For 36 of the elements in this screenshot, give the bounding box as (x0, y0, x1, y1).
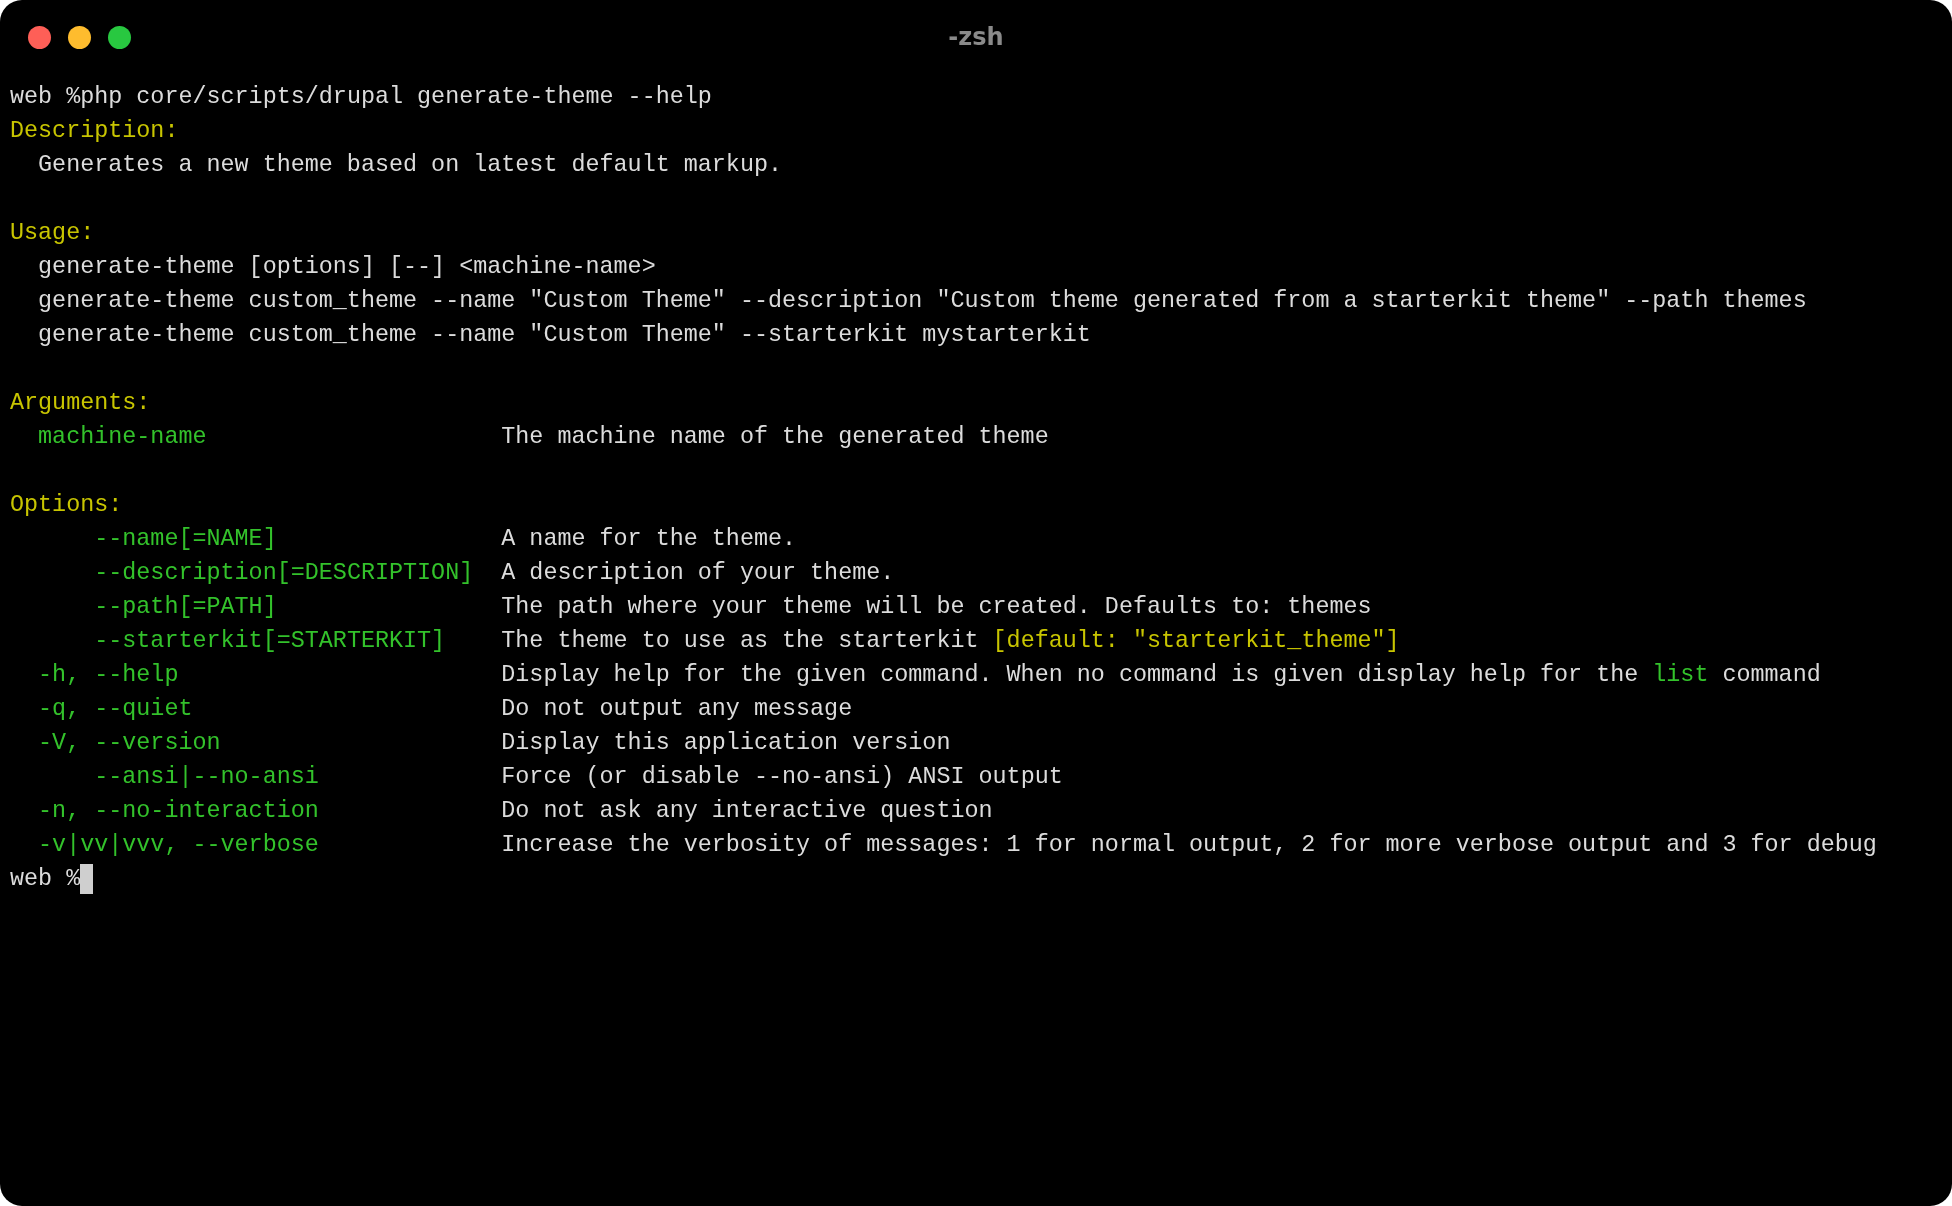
option-description: A name for the theme. (501, 525, 797, 554)
option-name: --description[=DESCRIPTION] (94, 559, 475, 588)
output-line: generate-theme [options] [--] <machine-name> (37, 253, 657, 282)
minimize-icon[interactable] (68, 26, 91, 49)
command-line: web %php core/scripts/drupal generate-theme --help (10, 83, 713, 112)
option-name: --starterkit[=STARTERKIT] (94, 627, 447, 656)
option-description: The path where your theme will be created. Defaults to: themes (501, 593, 1372, 622)
zoom-icon[interactable] (108, 26, 131, 49)
option-name: --name[=NAME] (94, 525, 278, 554)
option-name: -q, --quiet (38, 695, 194, 724)
section-heading: Options: (10, 491, 124, 520)
option-description: Display this application version (501, 729, 951, 758)
option-name: --path[=PATH] (94, 593, 278, 622)
option-description: The theme to use as the starterkit [default: "starterkit_theme"] (501, 627, 1400, 656)
section-heading: Arguments: (10, 389, 152, 418)
option-name: -v|vv|vvv, --verbose (38, 831, 320, 860)
section-heading: Usage: (10, 219, 96, 248)
output-line: generate-theme custom_theme --name "Custom Theme" --description "Custom theme generated from a starterkit theme" --path themes (37, 287, 1808, 316)
output-line: Generates a new theme based on latest default markup. (37, 151, 783, 180)
option-name: -n, --no-interaction (38, 797, 320, 826)
option-name: --ansi|--no-ansi (94, 763, 320, 792)
section-heading: Description: (10, 117, 180, 146)
option-name: -h, --help (38, 661, 180, 690)
option-description: Force (or disable --no-ansi) ANSI output (501, 763, 1063, 792)
shell-prompt: web % (10, 865, 81, 894)
option-name: machine-name (38, 423, 208, 452)
option-description: Increase the verbosity of messages: 1 for normal output, 2 for more verbose output and 3 for debug (501, 831, 1877, 860)
option-description: Do not ask any interactive question (501, 797, 993, 826)
option-name: -V, --version (38, 729, 222, 758)
output-line: generate-theme custom_theme --name "Custom Theme" --starterkit mystarterkit (37, 321, 1092, 350)
option-description: A description of your theme. (501, 559, 895, 588)
window-title: -zsh (948, 23, 1004, 51)
option-description: Display help for the given command. When no command is given display help for the list command (501, 661, 1821, 690)
close-icon[interactable] (28, 26, 51, 49)
option-description: The machine name of the generated theme (501, 423, 1049, 452)
option-description: Do not output any message (501, 695, 853, 724)
